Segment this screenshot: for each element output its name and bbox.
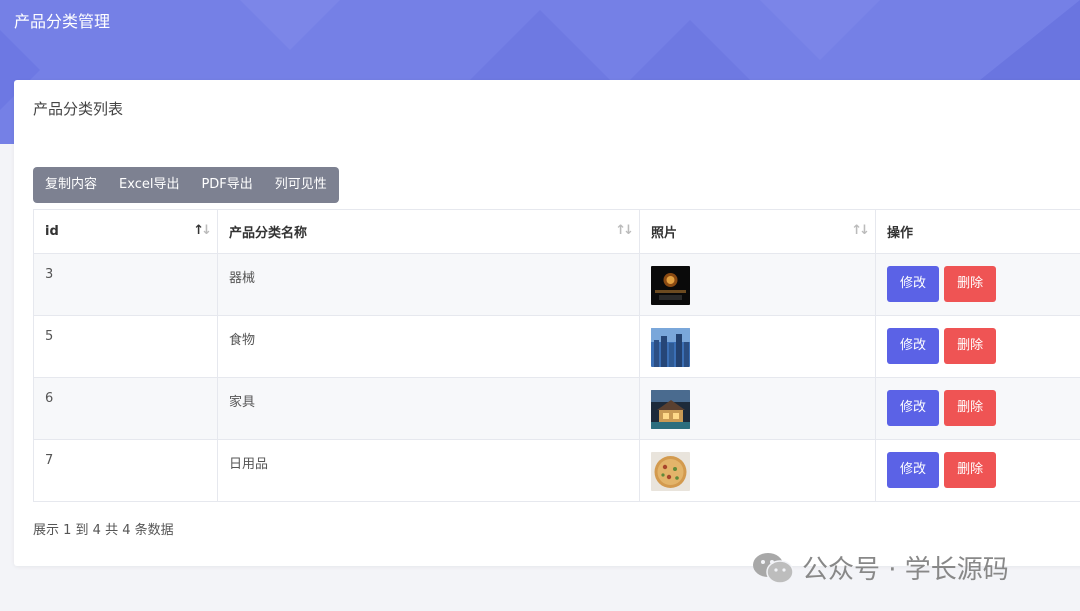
- cell-name: 家具: [217, 377, 640, 440]
- sort-asc-icon[interactable]: ↑↓: [193, 223, 212, 238]
- cell-photo: [639, 315, 876, 378]
- column-header-photo[interactable]: 照片 ↑↓: [639, 209, 876, 254]
- excel-export-button[interactable]: Excel导出: [108, 167, 190, 203]
- cell-actions: 修改 删除: [875, 439, 1080, 502]
- delete-button[interactable]: 删除: [944, 266, 997, 302]
- equipment-photo[interactable]: [651, 266, 690, 305]
- table-header-row: id ↑↓ 产品分类名称 ↑↓ 照片 ↑↓ 操作: [33, 209, 1080, 254]
- page-title: 产品分类管理: [14, 12, 111, 31]
- cell-actions: 修改 删除: [875, 315, 1080, 378]
- column-header-id[interactable]: id ↑↓: [33, 209, 218, 254]
- cell-photo: [639, 377, 876, 440]
- cell-actions: 修改 删除: [875, 253, 1080, 316]
- cell-id: 6: [33, 377, 218, 440]
- column-header-actions: 操作: [875, 209, 1080, 254]
- watermark-text: 公众号 · 学长源码: [802, 555, 1009, 585]
- watermark: 公众号 · 学长源码: [752, 549, 1009, 586]
- card-title: 产品分类列表: [33, 100, 124, 118]
- cell-id: 7: [33, 439, 218, 502]
- column-visibility-button[interactable]: 列可见性: [264, 167, 339, 203]
- city-photo[interactable]: [651, 328, 690, 367]
- cell-name: 食物: [217, 315, 640, 378]
- sort-icon[interactable]: ↑↓: [851, 223, 870, 238]
- pagination-info: 展示 1 到 4 共 4 条数据: [33, 523, 174, 538]
- copy-button[interactable]: 复制内容: [33, 167, 108, 203]
- cell-name: 器械: [217, 253, 640, 316]
- export-toolbar: 复制内容 Excel导出 PDF导出 列可见性: [33, 167, 339, 203]
- edit-button[interactable]: 修改: [887, 266, 939, 302]
- wechat-icon: [753, 552, 794, 584]
- delete-button[interactable]: 删除: [944, 328, 997, 364]
- category-list-card: 产品分类列表 复制内容 Excel导出 PDF导出 列可见性 id ↑↓ 产品分…: [14, 80, 1080, 566]
- edit-button[interactable]: 修改: [887, 328, 939, 364]
- table-row: 6 家具 修改 删除: [33, 377, 1080, 440]
- table-row: 3 器械 修改 删除: [33, 253, 1080, 316]
- delete-button[interactable]: 删除: [944, 390, 997, 426]
- sort-icon[interactable]: ↑↓: [615, 223, 634, 238]
- cell-actions: 修改 删除: [875, 377, 1080, 440]
- cell-id: 3: [33, 253, 218, 316]
- cell-id: 5: [33, 315, 218, 378]
- pizza-photo[interactable]: [651, 452, 690, 491]
- column-header-name[interactable]: 产品分类名称 ↑↓: [217, 209, 640, 254]
- edit-button[interactable]: 修改: [887, 452, 939, 488]
- cell-name: 日用品: [217, 439, 640, 502]
- cell-photo: [639, 439, 876, 502]
- delete-button[interactable]: 删除: [944, 452, 997, 488]
- cell-photo: [639, 253, 876, 316]
- edit-button[interactable]: 修改: [887, 390, 939, 426]
- category-table: id ↑↓ 产品分类名称 ↑↓ 照片 ↑↓ 操作 3 器械 修改 删除 5 食物…: [33, 209, 1080, 502]
- pdf-export-button[interactable]: PDF导出: [190, 167, 263, 203]
- table-row: 7 日用品 修改 删除: [33, 439, 1080, 502]
- house-photo[interactable]: [651, 390, 690, 429]
- table-row: 5 食物 修改 删除: [33, 315, 1080, 378]
